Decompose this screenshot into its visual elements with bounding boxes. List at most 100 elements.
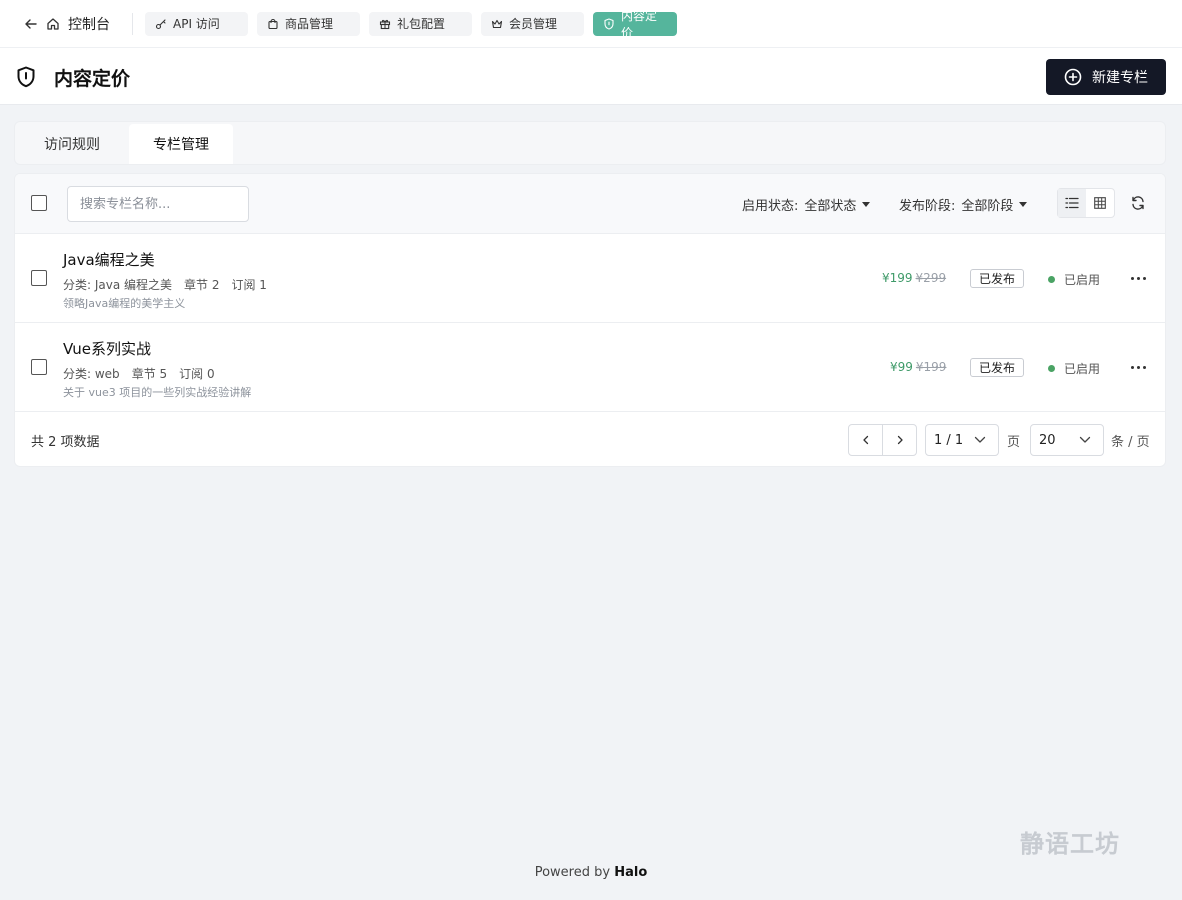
- pagination-bar: 共 2 项数据 1 / 1 页 20 条 / 页: [15, 412, 1165, 466]
- column-description: 领略Java编程的美学主义: [63, 297, 186, 310]
- grid-view-button[interactable]: [1086, 189, 1114, 217]
- nav-tab-label: 商品管理: [285, 17, 334, 31]
- nav-tab-label: 礼包配置: [397, 17, 446, 31]
- more-actions-button[interactable]: [1128, 357, 1148, 377]
- page-title: 内容定价: [54, 68, 131, 90]
- back-label: 控制台: [68, 16, 110, 33]
- price-original: ¥199: [915, 360, 947, 374]
- nav-tab-products[interactable]: 商品管理: [257, 11, 360, 36]
- column-description: 关于 vue3 项目的一些列实战经验讲解: [63, 386, 252, 399]
- tab-access-rules[interactable]: 访问规则: [17, 124, 127, 164]
- column-meta: 分类: web 章节 5 订阅 0: [63, 365, 215, 382]
- list-view-button[interactable]: [1058, 189, 1086, 217]
- column-category: 分类: Java 编程之美: [63, 278, 173, 292]
- shield-icon: [17, 66, 35, 88]
- search-input[interactable]: [67, 186, 249, 222]
- top-nav: 控制台 API 访问 商品管理 礼包配置 会员管理 内容定价: [0, 0, 1182, 48]
- status-filter-value: 全部状态: [804, 199, 857, 214]
- more-dot: [1136, 276, 1140, 280]
- enabled-status: 已启用: [1048, 360, 1100, 377]
- grid-icon: [1094, 197, 1106, 209]
- more-dot: [1136, 365, 1140, 369]
- chevron-left-icon: [862, 435, 868, 445]
- column-chapters: 章节 5: [131, 367, 168, 381]
- chevron-right-icon: [897, 435, 903, 445]
- back-to-console[interactable]: 控制台: [24, 12, 110, 36]
- nav-tab-members[interactable]: 会员管理: [481, 11, 584, 36]
- column-price: ¥199 ¥299: [882, 271, 946, 285]
- next-page-button[interactable]: [882, 425, 916, 455]
- row-checkbox[interactable]: [31, 359, 47, 375]
- column-category: 分类: web: [63, 367, 120, 381]
- plus-circle-icon: [1064, 68, 1082, 86]
- page-size-select[interactable]: 20: [1030, 424, 1104, 456]
- caret-down-icon: [862, 202, 871, 207]
- more-dot: [1142, 276, 1146, 280]
- status-dot: [1048, 365, 1055, 372]
- column-chapters: 章节 2: [184, 278, 220, 292]
- chevron-down-icon: [1079, 436, 1091, 443]
- row-checkbox[interactable]: [31, 270, 47, 286]
- stage-filter-value: 全部阶段: [961, 199, 1014, 214]
- chevron-down-icon: [974, 436, 986, 443]
- powered-prefix: Powered by: [534, 865, 611, 880]
- enabled-status: 已启用: [1048, 271, 1100, 288]
- page-unit-label: 页: [1007, 435, 1021, 450]
- column-meta: 分类: Java 编程之美 章节 2 订阅 1: [63, 276, 267, 293]
- nav-tab-label: API 访问: [173, 17, 220, 31]
- powered-by: Powered by Halo: [0, 865, 1182, 880]
- nav-tab-label: 会员管理: [509, 17, 558, 31]
- list-toolbar: 启用状态: 全部状态 发布阶段: 全部阶段: [15, 174, 1165, 234]
- column-name[interactable]: Vue系列实战: [63, 338, 151, 359]
- stage-filter-label: 发布阶段:: [899, 199, 956, 214]
- arrow-left-icon: [24, 17, 38, 31]
- select-all-checkbox[interactable]: [31, 195, 47, 211]
- nav-tab-content-pricing[interactable]: 内容定价: [593, 9, 677, 40]
- tab-column-management[interactable]: 专栏管理: [129, 124, 233, 164]
- price-current: ¥199: [882, 271, 913, 285]
- refresh-icon[interactable]: [1130, 195, 1146, 211]
- page-nav: [848, 424, 917, 456]
- powered-brand-link[interactable]: Halo: [614, 865, 647, 880]
- nav-tab-label: 内容定价: [621, 8, 658, 40]
- table-row[interactable]: Vue系列实战 分类: web 章节 5 订阅 0 关于 vue3 项目的一些列…: [15, 323, 1165, 412]
- status-filter-label: 启用状态:: [742, 199, 799, 214]
- watermark: 静语工坊: [1020, 830, 1120, 858]
- section-tabs: 访问规则 专栏管理: [14, 121, 1166, 165]
- list-icon: [1065, 197, 1079, 209]
- page-select-value: 1 / 1: [934, 432, 964, 448]
- status-text: 已启用: [1064, 362, 1101, 376]
- total-count: 共 2 项数据: [31, 435, 100, 450]
- status-dot: [1048, 276, 1055, 283]
- page-header: 内容定价 新建专栏: [0, 48, 1182, 105]
- shopping-bag-icon: [267, 18, 279, 30]
- new-column-label: 新建专栏: [1092, 70, 1148, 86]
- page-size-value: 20: [1039, 432, 1056, 448]
- publish-badge: 已发布: [970, 269, 1024, 288]
- publish-badge: 已发布: [970, 358, 1024, 377]
- more-actions-button[interactable]: [1128, 268, 1148, 288]
- nav-tab-gift[interactable]: 礼包配置: [369, 11, 472, 36]
- stage-filter[interactable]: 发布阶段: 全部阶段: [899, 195, 1028, 214]
- column-subscriptions: 订阅 0: [179, 367, 215, 381]
- gift-icon: [379, 18, 391, 30]
- column-price: ¥99 ¥199: [890, 360, 946, 374]
- more-dot: [1142, 365, 1146, 369]
- prev-page-button[interactable]: [849, 425, 882, 455]
- nav-divider: [132, 12, 133, 35]
- page-size-unit-label: 条 / 页: [1111, 435, 1150, 450]
- price-current: ¥99: [890, 360, 913, 374]
- status-filter[interactable]: 启用状态: 全部状态: [742, 195, 871, 214]
- nav-tab-api-access[interactable]: API 访问: [145, 11, 248, 36]
- status-text: 已启用: [1064, 273, 1101, 287]
- caret-down-icon: [1019, 202, 1028, 207]
- table-row[interactable]: Java编程之美 分类: Java 编程之美 章节 2 订阅 1 领略Java编…: [15, 234, 1165, 323]
- key-icon: [155, 18, 167, 30]
- page-select[interactable]: 1 / 1: [925, 424, 999, 456]
- new-column-button[interactable]: 新建专栏: [1046, 59, 1166, 95]
- more-dot: [1130, 276, 1134, 280]
- column-subscriptions: 订阅 1: [231, 278, 267, 292]
- view-switch: [1057, 188, 1115, 218]
- column-name[interactable]: Java编程之美: [63, 249, 155, 270]
- crown-icon: [491, 18, 503, 30]
